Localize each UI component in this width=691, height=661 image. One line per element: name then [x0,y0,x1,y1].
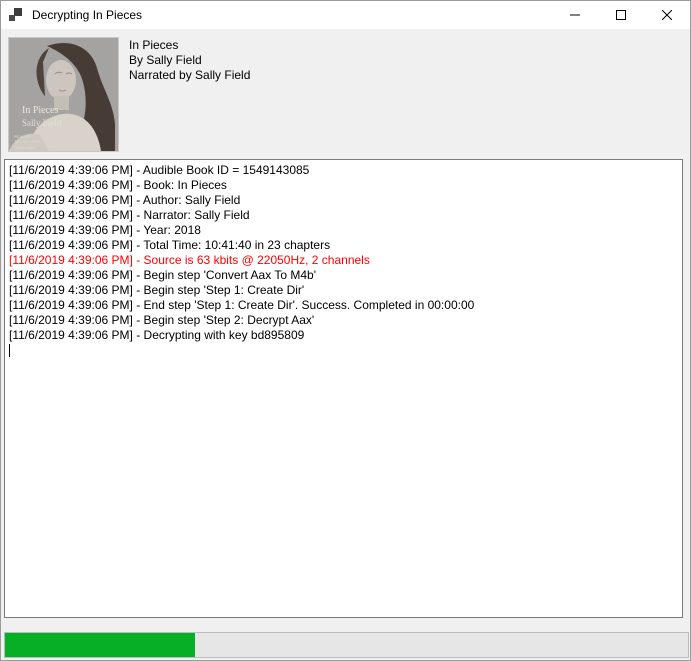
log-line: [11/6/2019 4:39:06 PM] - Narrator: Sally… [9,208,678,223]
log-line: [11/6/2019 4:39:06 PM] - End step 'Step … [9,298,678,313]
book-narrator: Narrated by Sally Field [129,68,250,83]
log-line: [11/6/2019 4:39:06 PM] - Total Time: 10:… [9,238,678,253]
window-controls [552,1,690,29]
window-title: Decrypting In Pieces [32,8,142,22]
book-info: In Pieces By Sally Field Narrated by Sal… [129,38,250,83]
app-icon [9,8,22,22]
minimize-icon [570,10,580,20]
log-line: [11/6/2019 4:39:06 PM] - Begin step 'Ste… [9,283,678,298]
minimize-button[interactable] [552,1,598,29]
cover-read-by-2: THE AUTHOR [14,139,40,144]
log-line: [11/6/2019 4:39:06 PM] - Book: In Pieces [9,178,678,193]
log-line: [11/6/2019 4:39:06 PM] - Audible Book ID… [9,163,678,178]
cover-author: Sally Field [22,118,62,128]
book-cover-image: In Pieces Sally Field READ BY THE AUTHOR… [9,38,118,151]
log-line: [11/6/2019 4:39:06 PM] - Decrypting with… [9,328,678,343]
maximize-icon [616,10,626,20]
cover-title: In Pieces [22,105,58,116]
book-title: In Pieces [129,38,250,53]
log-line: [11/6/2019 4:39:06 PM] - Author: Sally F… [9,193,678,208]
text-caret [9,344,10,357]
progress-bar [4,632,689,658]
log-line: [11/6/2019 4:39:06 PM] - Begin step 'Con… [9,268,678,283]
log-caret-line [9,343,678,361]
close-button[interactable] [644,1,690,29]
title-bar: Decrypting In Pieces [1,1,690,29]
progress-fill [5,633,195,657]
app-window: Decrypting In Pieces [0,0,691,661]
log-line: [11/6/2019 4:39:06 PM] - Begin step 'Ste… [9,313,678,328]
maximize-button[interactable] [598,1,644,29]
log-textbox[interactable]: [11/6/2019 4:39:06 PM] - Audible Book ID… [4,159,683,618]
close-icon [662,10,672,20]
log-line: [11/6/2019 4:39:06 PM] - Source is 63 kb… [9,253,678,268]
log-line: [11/6/2019 4:39:06 PM] - Year: 2018 [9,223,678,238]
book-author: By Sally Field [129,53,250,68]
cover-edition: Unabridged [14,145,36,150]
